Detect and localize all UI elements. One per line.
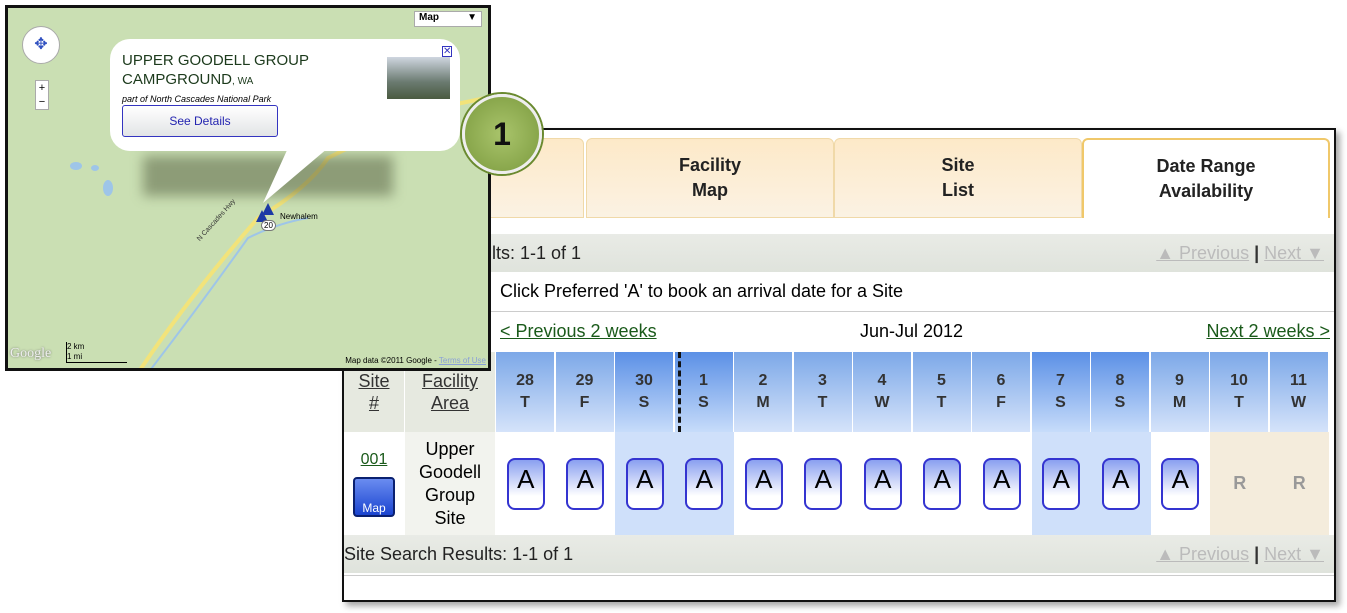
day-header: 10 T xyxy=(1210,352,1270,432)
available-button[interactable]: A xyxy=(982,457,1021,510)
popup-title: UPPER GOODELL GROUP xyxy=(122,52,309,69)
day-header: 29 F xyxy=(555,352,616,432)
previous-link[interactable]: ▲ Previous xyxy=(1156,243,1249,263)
available-button[interactable]: A xyxy=(566,457,605,510)
terms-link[interactable]: Terms of Use xyxy=(439,356,486,365)
available-button[interactable]: A xyxy=(685,457,724,510)
scale-km: 2 km xyxy=(67,342,85,351)
availability-cell: A xyxy=(615,432,675,535)
availability-cell: A xyxy=(972,432,1032,535)
availability-cell: A xyxy=(496,432,556,535)
day-header: 3 T xyxy=(793,352,854,432)
popup-subtitle: part of North Cascades National Park xyxy=(122,94,272,104)
previous-2-weeks-link[interactable]: < Previous 2 weeks xyxy=(500,321,657,342)
availability-cell: A xyxy=(674,432,734,535)
instruction-row: Click Preferred 'A' to book an arrival d… xyxy=(344,272,1334,312)
results-bar-bottom: Site Search Results: 1-1 of 1 ▲ Previous… xyxy=(344,535,1334,573)
month-label: Jun-Jul 2012 xyxy=(860,320,964,341)
reserved-status: R xyxy=(1292,473,1306,493)
popup-state: , WA xyxy=(232,76,254,87)
facility-area-header[interactable]: Facility Area xyxy=(422,370,478,414)
previous-link-bottom[interactable]: ▲ Previous xyxy=(1156,544,1249,564)
tab-facility-map[interactable]: Facility Map xyxy=(586,138,834,218)
tab-date-range-availability[interactable]: Date Range Availability xyxy=(1082,138,1330,218)
day-header: 5 T xyxy=(912,352,973,432)
available-button[interactable]: A xyxy=(923,457,962,510)
month-divider xyxy=(678,352,681,432)
scale-bar: 2 km 1 mi xyxy=(66,342,127,363)
info-popup: UPPER GOODELL GROUP CAMPGROUND, WA part o… xyxy=(110,39,460,151)
day-header: 6 F xyxy=(972,352,1032,432)
pager-separator-bottom: | xyxy=(1254,543,1260,564)
next-link[interactable]: Next ▼ xyxy=(1264,243,1324,263)
scale-mi: 1 mi xyxy=(67,352,83,361)
available-button[interactable]: A xyxy=(506,457,545,510)
available-button[interactable]: A xyxy=(744,457,783,510)
map-button[interactable]: Map xyxy=(353,476,395,517)
availability-cell: A xyxy=(794,432,854,535)
day-header: 4 W xyxy=(853,352,913,432)
available-button[interactable]: A xyxy=(625,457,664,510)
available-button[interactable]: A xyxy=(804,457,843,510)
available-button[interactable]: A xyxy=(1042,457,1081,510)
availability-cell: A xyxy=(853,432,913,535)
availability-cell: A xyxy=(1091,432,1151,535)
reservation-panel: Facility Map Site List Date Range Availa… xyxy=(342,128,1336,602)
divider xyxy=(344,575,1334,576)
popup-title-2: CAMPGROUND xyxy=(122,71,233,88)
see-details-button[interactable]: See Details xyxy=(122,105,278,137)
day-header: 1 S xyxy=(674,352,735,432)
google-logo: Google xyxy=(10,346,52,361)
week-nav: < Previous 2 weeks Jun-Jul 2012 Next 2 w… xyxy=(344,312,1334,350)
results-bar-top: lts: 1-1 of 1 ▲ Previous | Next ▼ xyxy=(344,234,1334,272)
town-label: Newhalem xyxy=(280,212,318,221)
route-shield: 20 xyxy=(261,220,276,231)
availability-cell: R xyxy=(1210,432,1270,535)
campground-photo xyxy=(387,57,450,99)
available-button[interactable]: A xyxy=(1101,457,1140,510)
map-attribution: Map data ©2011 Google - xyxy=(345,356,439,365)
day-header: 8 S xyxy=(1091,352,1151,432)
day-header: 11 W xyxy=(1269,352,1330,432)
day-header: 7 S xyxy=(1031,352,1092,432)
facility-area-cell: Upper Goodell Group Site xyxy=(405,432,495,535)
callout-number: 1 xyxy=(462,94,542,174)
site-number-link[interactable]: 001 xyxy=(361,451,388,469)
day-header: 28 T xyxy=(496,352,556,432)
map-panel[interactable]: N Cascades Hwy ✥ + − Map ▼ UPPER GOODELL G… xyxy=(5,5,491,371)
site-number-header[interactable]: Site # xyxy=(358,370,389,414)
map-button-label: Map xyxy=(362,500,386,515)
availability-cell: A xyxy=(556,432,616,535)
availability-cell: A xyxy=(734,432,794,535)
availability-cell: A xyxy=(913,432,973,535)
tab-site-list[interactable]: Site List xyxy=(834,138,1082,218)
site-cell: 001 Map xyxy=(344,432,404,535)
availability-cell: A xyxy=(1031,432,1091,535)
availability-cell: A xyxy=(1151,432,1211,535)
availability-cell: R xyxy=(1269,432,1329,535)
close-icon[interactable]: ✕ xyxy=(442,46,453,57)
results-count-bottom: Site Search Results: 1-1 of 1 xyxy=(344,543,574,564)
day-header: 30 S xyxy=(615,352,675,432)
day-header: 9 M xyxy=(1150,352,1211,432)
next-2-weeks-link[interactable]: Next 2 weeks > xyxy=(1206,321,1330,342)
reserved-status: R xyxy=(1233,473,1247,493)
next-link-bottom[interactable]: Next ▼ xyxy=(1264,544,1324,564)
available-button[interactable]: A xyxy=(1161,457,1200,510)
available-button[interactable]: A xyxy=(863,457,902,510)
day-header: 2 M xyxy=(734,352,794,432)
pager-separator: | xyxy=(1254,242,1260,263)
